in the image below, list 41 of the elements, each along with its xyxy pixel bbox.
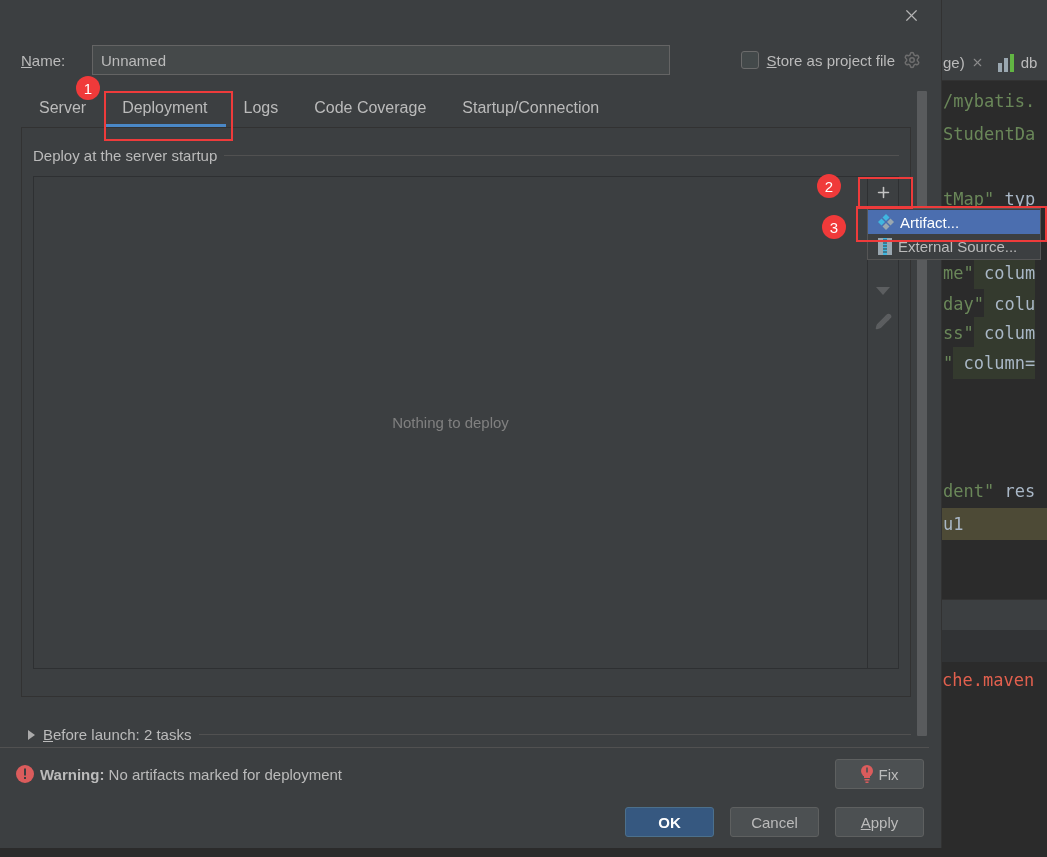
tab[interactable]: Logs: [225, 91, 297, 127]
menu-item[interactable]: Artifact...: [868, 210, 1040, 234]
console-text: che.maven: [942, 670, 1035, 690]
code-text: column=: [953, 346, 1036, 379]
settings-icon[interactable]: [903, 51, 921, 69]
ok-button[interactable]: OK: [625, 807, 714, 837]
code-text: res: [1003, 480, 1036, 503]
lightbulb-icon: [860, 765, 873, 783]
tab[interactable]: Deployment: [104, 91, 226, 127]
bar-chart-icon: [996, 53, 1015, 72]
expand-triangle-icon[interactable]: [27, 729, 35, 740]
fix-button[interactable]: Fix: [835, 759, 924, 789]
code-text: colum: [973, 317, 1036, 350]
menu-item[interactable]: External Source...: [868, 234, 1040, 258]
code-text: dent": [943, 480, 995, 503]
error-icon: [16, 765, 34, 783]
code-text: /mybatis.: [943, 90, 1036, 113]
code-text: StudentDa: [943, 122, 1036, 146]
tab[interactable]: Code Coverage: [296, 91, 445, 127]
name-label: Name:: [21, 51, 67, 69]
store-label: Store as project file: [766, 51, 895, 69]
before-launch-label[interactable]: Before launch: 2 tasks: [43, 726, 192, 744]
code-text: day": [943, 293, 984, 317]
cancel-button[interactable]: Cancel: [730, 807, 819, 837]
code-text: tMap": [943, 187, 995, 211]
apply-button[interactable]: Apply: [835, 807, 924, 837]
code-text: me": [943, 262, 974, 286]
edit-icon[interactable]: [874, 313, 892, 330]
move-down-icon[interactable]: [876, 287, 890, 295]
code-text: ": [943, 351, 954, 375]
diamonds-icon: [878, 214, 894, 230]
editor-tab[interactable]: ge): [943, 54, 965, 71]
name-field[interactable]: Unnamed: [92, 45, 670, 75]
code-text: ss": [943, 322, 974, 346]
warning-message: Warning: No artifacts marked for deployment: [40, 765, 343, 783]
empty-message: Nothing to deploy: [392, 413, 509, 431]
store-checkbox[interactable]: [740, 51, 759, 69]
tab[interactable]: Startup/Connection: [444, 91, 618, 127]
editor-tab[interactable]: db: [1020, 54, 1038, 71]
section-title: Deploy at the server startup: [33, 146, 218, 164]
code-text: u1: [943, 512, 964, 536]
